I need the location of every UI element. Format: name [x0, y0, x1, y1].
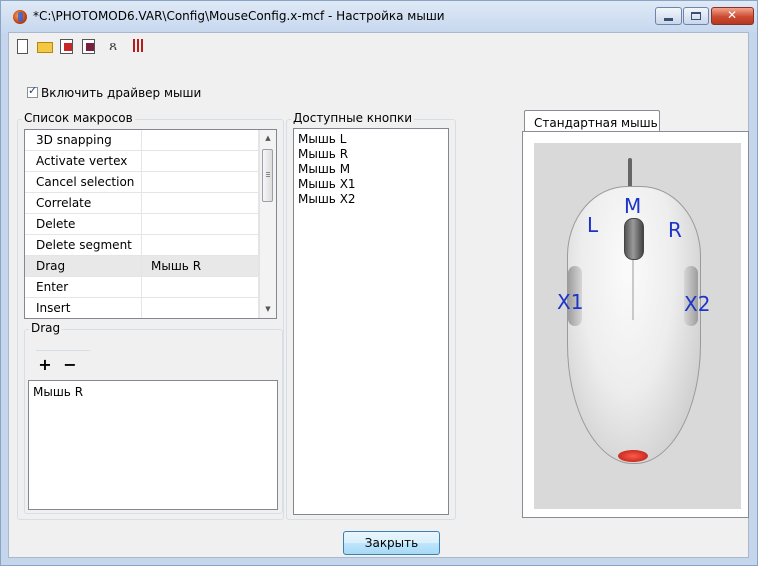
close-button[interactable]: Закрыть: [343, 531, 440, 555]
macro-name: Correlate: [25, 193, 142, 213]
mouse-test-icon[interactable]: ጸ: [109, 38, 125, 54]
macro-name: Drag: [25, 256, 142, 276]
macro-button: [142, 235, 259, 255]
minimize-button[interactable]: [655, 7, 682, 25]
assigned-buttons-list[interactable]: Мышь R: [28, 380, 278, 510]
available-button-item[interactable]: Мышь X2: [298, 192, 444, 207]
macro-row[interactable]: Delete segment: [25, 235, 259, 256]
available-button-item[interactable]: Мышь M: [298, 162, 444, 177]
mouse-button-split: [632, 260, 634, 320]
macro-button: [142, 277, 259, 297]
mouse-sensor-light: [618, 450, 648, 462]
scroll-up-icon[interactable]: ▲: [260, 130, 276, 147]
mouse-label-m: M: [624, 194, 642, 218]
macro-button: [142, 214, 259, 234]
remove-button[interactable]: −: [63, 355, 77, 374]
maximize-button[interactable]: [683, 7, 709, 25]
mouse-label-r: R: [668, 218, 682, 242]
macro-row[interactable]: Delete: [25, 214, 259, 235]
macro-list-scrollbar[interactable]: ▲ ▼: [259, 130, 276, 318]
macro-button: [142, 130, 259, 150]
scroll-thumb[interactable]: [262, 149, 273, 202]
available-button-item[interactable]: Мышь X1: [298, 177, 444, 192]
macro-name: Cancel selection: [25, 172, 142, 192]
title-bar[interactable]: *C:\PHOTOMOD6.VAR\Config\MouseConfig.x-m…: [1, 1, 757, 33]
macro-button: [142, 172, 259, 192]
open-folder-icon[interactable]: [36, 38, 53, 54]
scroll-down-icon[interactable]: ▼: [260, 301, 276, 318]
macro-row[interactable]: Enter: [25, 277, 259, 298]
window-title: *C:\PHOTOMOD6.VAR\Config\MouseConfig.x-m…: [33, 9, 445, 23]
macro-button: [142, 298, 259, 318]
import-icon[interactable]: [58, 38, 74, 54]
macro-button: [142, 193, 259, 213]
macro-name: Delete segment: [25, 235, 142, 255]
macro-row[interactable]: Cancel selection: [25, 172, 259, 193]
macro-button: [142, 151, 259, 171]
available-buttons-list[interactable]: Мышь L Мышь R Мышь M Мышь X1 Мышь X2: [293, 128, 449, 515]
macro-row[interactable]: 3D snapping: [25, 130, 259, 151]
macro-row[interactable]: Insert: [25, 298, 259, 318]
app-icon: [13, 10, 27, 24]
mouse-label-x1: X1: [557, 290, 584, 314]
macro-row-selected[interactable]: Drag Мышь R: [25, 256, 259, 277]
new-file-icon[interactable]: [14, 38, 30, 54]
close-window-button[interactable]: [711, 7, 754, 25]
grid-icon[interactable]: [131, 38, 147, 54]
enable-driver-label: Включить драйвер мыши: [41, 86, 202, 100]
macro-name: 3D snapping: [25, 130, 142, 150]
macro-button: Мышь R: [142, 256, 259, 276]
available-button-item[interactable]: Мышь R: [298, 147, 444, 162]
enable-driver-checkbox[interactable]: [27, 84, 38, 98]
macro-name: Enter: [25, 277, 142, 297]
macro-row[interactable]: Activate vertex: [25, 151, 259, 172]
mouse-wheel: [624, 218, 644, 260]
mouse-label-l: L: [587, 213, 599, 237]
export-icon[interactable]: [80, 38, 96, 54]
tab-standard-mouse[interactable]: Стандартная мышь: [524, 110, 660, 132]
macro-name: Activate vertex: [25, 151, 142, 171]
macro-name: Delete: [25, 214, 142, 234]
macros-group-title: Список макросов: [22, 111, 135, 125]
macro-row[interactable]: Correlate: [25, 193, 259, 214]
assigned-button-item[interactable]: Мышь R: [33, 385, 273, 399]
add-button[interactable]: +: [38, 355, 52, 374]
macro-name: Insert: [25, 298, 142, 318]
available-button-item[interactable]: Мышь L: [298, 132, 444, 147]
macro-list[interactable]: 3D snapping Activate vertex Cancel selec…: [24, 129, 277, 319]
available-buttons-title: Доступные кнопки: [291, 111, 415, 125]
drag-group-title: Drag: [29, 321, 63, 335]
mouse-label-x2: X2: [684, 292, 711, 316]
